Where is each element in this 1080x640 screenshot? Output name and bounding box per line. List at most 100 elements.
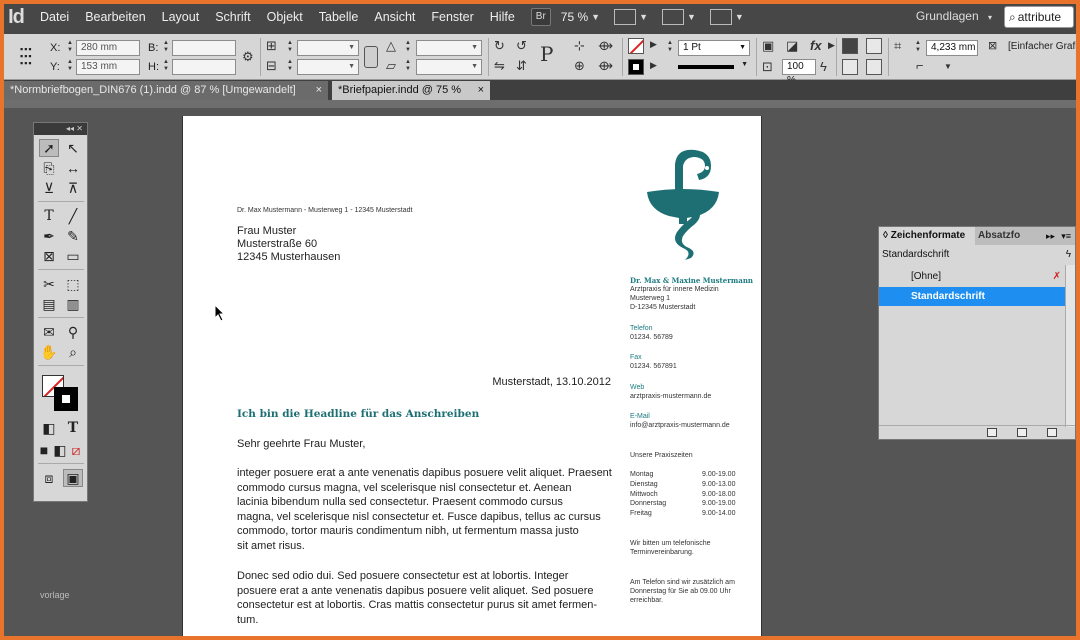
- reference-point-icon[interactable]: ▪▪▪ ▪▪▪ ▪▪▪: [20, 45, 40, 68]
- apply-color-icon[interactable]: ■: [36, 441, 52, 459]
- spinner-arrows-icon[interactable]: ▲ ▼: [914, 40, 922, 56]
- chevron-right-icon[interactable]: ▶: [650, 39, 657, 50]
- spinner-arrows-icon[interactable]: ▲ ▼: [162, 40, 170, 56]
- tab-zeichenformate[interactable]: ◊ Zeichenformate: [879, 227, 975, 245]
- type-tool-icon[interactable]: T: [39, 207, 59, 225]
- corner-options-icon[interactable]: ⌐: [916, 58, 924, 73]
- fill-stroke-swatch-icon[interactable]: [40, 373, 80, 413]
- workspace-select[interactable]: Grundlagen ▾: [916, 9, 992, 23]
- opacity-field[interactable]: 100 %: [782, 59, 816, 86]
- chevron-down-icon[interactable]: ▼: [735, 12, 744, 22]
- panel-scrollbar[interactable]: [1065, 265, 1075, 427]
- chevron-right-icon[interactable]: ▶: [828, 40, 835, 51]
- new-style-icon[interactable]: [1017, 428, 1027, 437]
- close-icon[interactable]: ×: [478, 81, 484, 100]
- select-previous-icon[interactable]: ⟴: [598, 38, 613, 54]
- panel-collapse-icon[interactable]: ▸▸: [1046, 227, 1055, 245]
- zoom-select[interactable]: 75 %: [561, 10, 588, 24]
- spinner-arrows-icon[interactable]: ▲ ▼: [666, 40, 674, 56]
- fit-frame-content-icon[interactable]: [866, 38, 882, 54]
- x-position-field[interactable]: 280 mm: [76, 40, 140, 56]
- chevron-down-icon[interactable]: ▼: [639, 12, 648, 22]
- width-field[interactable]: [172, 40, 236, 56]
- center-content-icon[interactable]: [842, 59, 858, 75]
- gradient-feather-tool-icon[interactable]: ▥: [63, 295, 83, 313]
- select-container-icon[interactable]: ⊹: [574, 38, 585, 54]
- flip-horizontal-icon[interactable]: ⇋: [494, 58, 505, 74]
- fill-frame-icon[interactable]: [866, 59, 882, 75]
- select-content-icon[interactable]: ⊕: [574, 58, 585, 74]
- formatting-text-icon[interactable]: T: [63, 419, 83, 437]
- spinner-arrows-icon[interactable]: ▲ ▼: [286, 59, 294, 75]
- selection-tool-icon[interactable]: ➚: [39, 139, 59, 157]
- tab-normbriefbogen[interactable]: *Normbriefbogen_DIN676 (1).indd @ 87 % […: [4, 81, 328, 100]
- menu-hilfe[interactable]: Hilfe: [482, 0, 523, 34]
- gap-tool-icon[interactable]: ↔: [63, 159, 83, 177]
- frame-fitting-icon[interactable]: ▣: [762, 38, 774, 54]
- lightning-icon[interactable]: ϟ: [1066, 245, 1071, 265]
- rectangle-tool-icon[interactable]: ▭: [63, 247, 83, 265]
- y-position-field[interactable]: 153 mm: [76, 59, 140, 75]
- page-tool-icon[interactable]: ⎘: [39, 159, 59, 177]
- fill-none-swatch-icon[interactable]: [628, 38, 644, 54]
- scale-x-field[interactable]: ▼: [297, 40, 359, 56]
- menu-ansicht[interactable]: Ansicht: [366, 0, 423, 34]
- panel-menu-icon[interactable]: ▾≡: [1061, 227, 1071, 245]
- horizontal-ruler[interactable]: [0, 100, 1080, 108]
- text-wrap-icon[interactable]: ⌗: [894, 38, 901, 54]
- stroke-swatch-icon[interactable]: [54, 387, 78, 411]
- spinner-arrows-icon[interactable]: ▲ ▼: [404, 59, 412, 75]
- pencil-tool-icon[interactable]: ✎: [63, 227, 83, 245]
- menu-bearbeiten[interactable]: Bearbeiten: [77, 0, 153, 34]
- flip-vertical-icon[interactable]: ⇵: [516, 58, 527, 74]
- arrange-documents-icon[interactable]: [709, 9, 732, 25]
- apply-none-icon[interactable]: ⧄: [68, 441, 84, 459]
- tab-absatzformate[interactable]: Absatzfo: [976, 227, 1020, 245]
- stroke-type-select[interactable]: ▼: [676, 59, 750, 75]
- scale-y-field[interactable]: ▼: [297, 59, 359, 75]
- close-icon[interactable]: ×: [316, 81, 322, 100]
- free-transform-tool-icon[interactable]: ⬚: [63, 275, 83, 293]
- search-input[interactable]: ⌕ attribute: [1004, 6, 1074, 28]
- chain-link-icon[interactable]: [364, 46, 378, 68]
- content-collector-icon[interactable]: ⊻: [39, 179, 59, 197]
- preview-mode-icon[interactable]: ▣: [63, 469, 83, 487]
- bridge-button[interactable]: Br: [530, 8, 551, 26]
- chevron-right-icon[interactable]: ▶: [650, 60, 657, 71]
- content-placer-icon[interactable]: ⊼: [63, 179, 83, 197]
- drop-shadow-icon[interactable]: ◪: [786, 38, 798, 54]
- chevron-down-icon[interactable]: ▼: [944, 62, 952, 71]
- spinner-arrows-icon[interactable]: ▲ ▼: [404, 40, 412, 56]
- direct-selection-tool-icon[interactable]: ↖: [63, 139, 83, 157]
- menu-objekt[interactable]: Objekt: [259, 0, 311, 34]
- tools-panel-header[interactable]: ◂◂ ✕: [34, 123, 87, 135]
- object-style-select[interactable]: [Einfacher Grafi: [1008, 41, 1077, 52]
- spinner-arrows-icon[interactable]: ▲ ▼: [162, 59, 170, 75]
- style-item-ohne[interactable]: [Ohne] ✗: [879, 267, 1067, 286]
- height-field[interactable]: [172, 59, 236, 75]
- rotate-cw-icon[interactable]: ↻: [494, 38, 505, 54]
- fit-content-frame-icon[interactable]: [842, 38, 858, 54]
- eyedropper-tool-icon[interactable]: ⚲: [63, 323, 83, 341]
- menu-datei[interactable]: Datei: [32, 0, 77, 34]
- line-tool-icon[interactable]: ╱: [63, 207, 83, 225]
- apply-gradient-icon[interactable]: ◧: [52, 441, 68, 459]
- effects-fx-icon[interactable]: fx: [810, 38, 822, 53]
- trash-icon[interactable]: [1047, 428, 1057, 437]
- scale-x-icon[interactable]: ⊞: [266, 38, 277, 54]
- rotate-ccw-icon[interactable]: ↺: [516, 38, 527, 54]
- rotation-field[interactable]: ▼: [416, 40, 482, 56]
- formatting-container-icon[interactable]: ◧: [39, 419, 59, 437]
- document-page[interactable]: Dr. Max Mustermann - Musterweg 1 - 12345…: [182, 116, 762, 640]
- zoom-tool-icon[interactable]: ⌕: [63, 343, 83, 361]
- normal-view-icon[interactable]: ⧈: [39, 469, 59, 487]
- new-group-icon[interactable]: [987, 428, 997, 437]
- screen-mode-icon[interactable]: [662, 9, 684, 25]
- scale-y-icon[interactable]: ⊟: [266, 58, 277, 74]
- select-next-icon[interactable]: ⟴: [598, 58, 613, 74]
- view-options-icon[interactable]: [614, 9, 637, 25]
- gradient-swatch-tool-icon[interactable]: ▤: [39, 295, 59, 313]
- note-tool-icon[interactable]: ✉: [39, 323, 59, 341]
- spinner-arrows-icon[interactable]: ▲ ▼: [286, 40, 294, 56]
- lightning-icon[interactable]: ϟ: [820, 59, 827, 74]
